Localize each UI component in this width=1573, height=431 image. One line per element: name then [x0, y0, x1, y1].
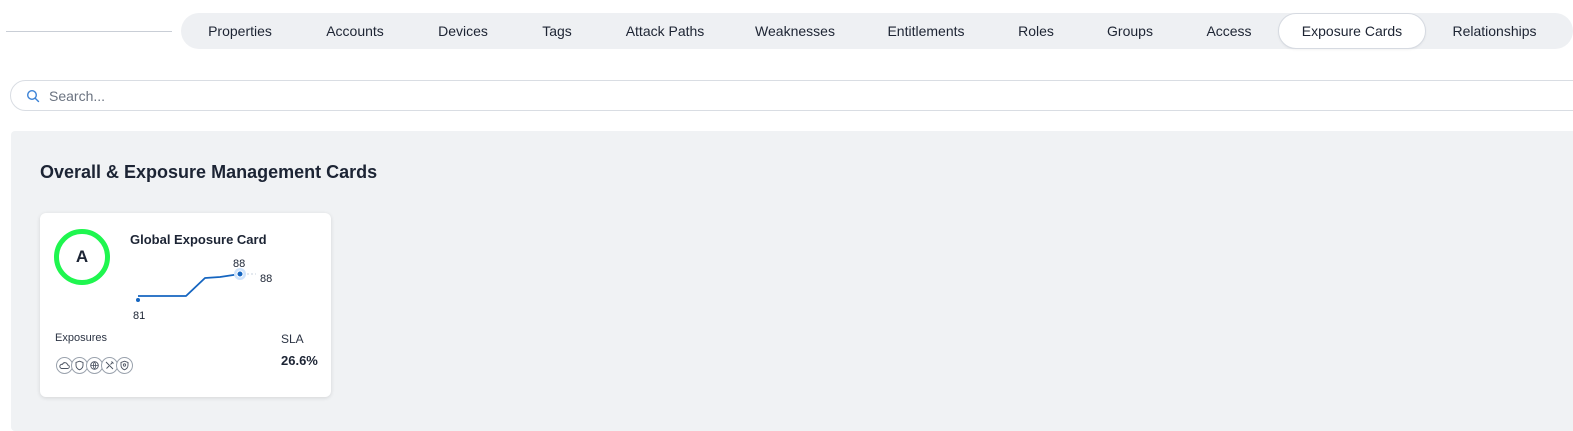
- trend-start-marker: [136, 298, 140, 302]
- card-title: Global Exposure Card: [130, 232, 267, 247]
- tab-groups[interactable]: Groups: [1079, 13, 1181, 49]
- tab-devices[interactable]: Devices: [411, 13, 515, 49]
- trend-sparkline: [136, 268, 256, 302]
- tab-accounts[interactable]: Accounts: [299, 13, 411, 49]
- sla-label: SLA: [281, 332, 304, 346]
- trend-end-label: 88: [260, 273, 273, 285]
- tab-tags[interactable]: Tags: [515, 13, 599, 49]
- grade-badge: A: [54, 229, 110, 285]
- section-title: Overall & Exposure Management Cards: [40, 162, 378, 182]
- tab-entitlements[interactable]: Entitlements: [859, 13, 993, 49]
- search-box[interactable]: [10, 80, 1573, 111]
- tab-properties[interactable]: Properties: [181, 13, 299, 49]
- tab-weaknesses[interactable]: Weaknesses: [731, 13, 859, 49]
- tab-access[interactable]: Access: [1181, 13, 1277, 49]
- trend-current-label: 88: [233, 258, 246, 270]
- tab-roles[interactable]: Roles: [993, 13, 1079, 49]
- search-icon: [26, 89, 40, 103]
- trend-line: [138, 273, 241, 297]
- header-divider: [6, 31, 172, 32]
- exposures-label: Exposures: [55, 332, 107, 344]
- exposure-icons: [56, 357, 133, 374]
- tab-relationships[interactable]: Relationships: [1427, 13, 1562, 49]
- tab-bar: Properties Accounts Devices Tags Attack …: [181, 13, 1573, 49]
- sla-value: 26.6%: [281, 353, 318, 368]
- tab-attack-paths[interactable]: Attack Paths: [599, 13, 731, 49]
- badge-icon[interactable]: [116, 357, 133, 374]
- trend-start-label: 81: [133, 310, 146, 322]
- search-input[interactable]: [49, 83, 849, 108]
- trend-current-point: [236, 270, 244, 278]
- global-exposure-card[interactable]: A Global Exposure Card 81 88 88 Exposure…: [40, 213, 331, 397]
- tab-exposure-cards[interactable]: Exposure Cards: [1278, 13, 1426, 49]
